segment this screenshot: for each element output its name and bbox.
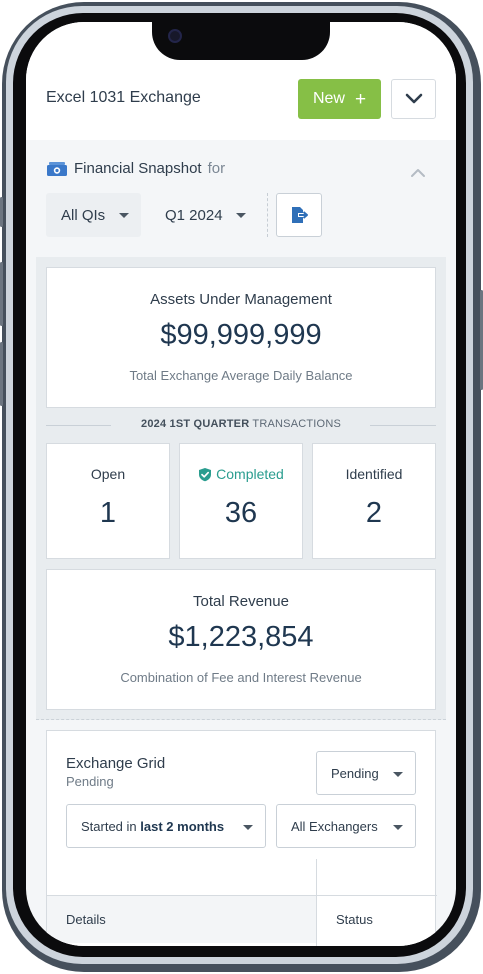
status-filter-dropdown[interactable]: Pending	[316, 751, 416, 795]
collapse-button[interactable]	[410, 165, 426, 183]
caret-down-icon	[243, 825, 253, 830]
caret-down-icon	[236, 213, 246, 218]
mute-switch	[0, 197, 3, 227]
completed-stat-value: 36	[224, 497, 258, 529]
export-button[interactable]	[276, 193, 322, 237]
transactions-heading-bold: 2024 1ST QUARTER	[141, 418, 250, 430]
quarter-filter-dropdown[interactable]: Q1 2024	[150, 193, 258, 237]
caret-down-icon	[393, 772, 403, 777]
volume-down-button	[0, 342, 3, 406]
identified-stat-value: 2	[365, 497, 383, 529]
completed-stat-card[interactable]: Completed 36	[179, 443, 303, 559]
filter-divider	[267, 193, 268, 237]
transactions-heading: 2024 1ST QUARTER TRANSACTIONS	[46, 417, 436, 433]
money-icon	[47, 161, 67, 176]
completed-stat-label: Completed	[180, 466, 302, 482]
open-stat-card[interactable]: Open 1	[46, 443, 170, 559]
revenue-value: $1,223,854	[168, 621, 314, 653]
aum-subtitle: Total Exchange Average Daily Balance	[129, 368, 353, 383]
identified-label-text: Identified	[345, 466, 403, 482]
date-filter-dropdown[interactable]: Started in last 2 months	[66, 804, 266, 848]
exchanger-filter-value: All Exchangers	[291, 818, 378, 834]
plus-icon: +	[354, 88, 367, 110]
app-title: Excel 1031 Exchange	[46, 89, 201, 106]
open-stat-value: 1	[99, 497, 117, 529]
identified-stat-card[interactable]: Identified 2	[312, 443, 436, 559]
snapshot-panel: Assets Under Management $99,999,999 Tota…	[36, 257, 446, 720]
screen: Excel 1031 Exchange New + Financial Snap…	[26, 22, 456, 946]
chevron-up-icon	[411, 169, 425, 177]
snapshot-title: Financial Snapshot	[74, 160, 202, 177]
export-icon	[292, 207, 308, 223]
camera-icon	[168, 29, 182, 43]
snapshot-header: Financial Snapshot for	[46, 160, 225, 177]
exchange-grid-card: Exchange Grid Pending Pending Started in…	[46, 730, 437, 946]
identified-stat-label: Identified	[313, 466, 435, 482]
column-header-status[interactable]: Status	[336, 912, 373, 927]
caret-down-icon	[393, 825, 403, 830]
revenue-card: Total Revenue $1,223,854 Combination of …	[46, 569, 436, 710]
revenue-subtitle: Combination of Fee and Interest Revenue	[120, 670, 362, 685]
date-filter-bold: last 2 months	[140, 818, 225, 834]
completed-label-text: Completed	[216, 466, 284, 482]
notch	[152, 22, 330, 60]
snapshot-for-label: for	[207, 160, 226, 177]
qi-filter-value: All QIs	[61, 206, 106, 224]
qi-filter-dropdown[interactable]: All QIs	[46, 193, 141, 237]
chevron-down-icon	[405, 93, 422, 104]
new-button-label: New	[312, 90, 345, 107]
volume-up-button	[0, 262, 3, 326]
menu-dropdown-button[interactable]	[391, 79, 436, 119]
revenue-label: Total Revenue	[193, 593, 289, 610]
exchange-grid-subtitle: Pending	[66, 774, 114, 789]
date-filter-prefix: Started in	[81, 818, 137, 834]
open-stat-label: Open	[47, 466, 169, 482]
transactions-heading-text: 2024 1ST QUARTER TRANSACTIONS	[46, 418, 436, 430]
exchanger-filter-dropdown[interactable]: All Exchangers	[276, 804, 416, 848]
column-divider	[316, 859, 317, 946]
aum-label: Assets Under Management	[150, 291, 332, 308]
quarter-filter-value: Q1 2024	[165, 206, 223, 224]
exchange-grid-title: Exchange Grid	[66, 755, 166, 772]
caret-down-icon	[119, 213, 129, 218]
aum-value: $99,999,999	[160, 319, 322, 351]
aum-card: Assets Under Management $99,999,999 Tota…	[46, 267, 436, 408]
status-filter-value: Pending	[331, 765, 379, 781]
column-header-details[interactable]: Details	[66, 912, 106, 927]
open-label-text: Open	[90, 466, 126, 482]
new-button[interactable]: New +	[298, 79, 381, 119]
transactions-heading-rest: TRANSACTIONS	[252, 418, 341, 430]
shield-check-icon	[199, 467, 212, 481]
